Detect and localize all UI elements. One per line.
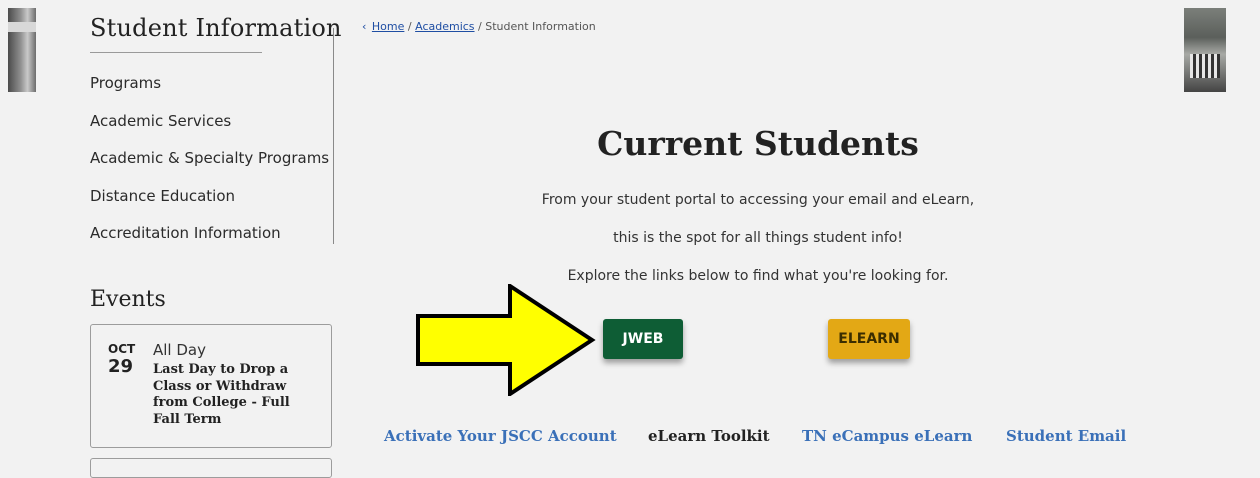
tn-ecampus-link[interactable]: TN eCampus eLearn [802,427,972,445]
activate-account-link[interactable]: Activate Your JSCC Account [384,427,617,445]
sidebar-item-academic-specialty-programs[interactable]: Academic & Specialty Programs [90,149,329,187]
arrow-right-icon [416,284,596,396]
breadcrumb-home-link[interactable]: Home [372,20,404,33]
student-email-link[interactable]: Student Email [1006,427,1126,445]
event-time: All Day [153,341,206,359]
event-day: 29 [108,356,134,377]
elearn-button[interactable]: ELEARN [828,319,910,359]
breadcrumb-separator: / [407,20,412,33]
breadcrumb: ‹ Home / Academics / Student Information [362,20,596,33]
header-photo-right [1184,8,1226,92]
sidebar-divider [333,28,334,244]
jweb-button[interactable]: JWEB [603,319,683,359]
breadcrumb-current: Student Information [485,20,596,33]
sidebar-item-accreditation-information[interactable]: Accreditation Information [90,224,329,262]
intro-line-2: this is the spot for all things student … [613,230,903,246]
intro-line-3: Explore the links below to find what you… [567,268,949,284]
chevron-left-icon: ‹ [362,20,367,33]
intro-line-1: From your student portal to accessing yo… [541,192,975,208]
page-title: Current Students [597,124,919,163]
elearn-toolkit-link[interactable]: eLearn Toolkit [648,427,770,445]
event-month: OCT [108,342,136,356]
breadcrumb-academics-link[interactable]: Academics [415,20,474,33]
events-title: Events [90,287,166,312]
sidebar-item-distance-education[interactable]: Distance Education [90,187,329,225]
header-photo-left [8,8,36,92]
sidebar-nav: Programs Academic Services Academic & Sp… [90,74,329,262]
sidebar-item-programs[interactable]: Programs [90,74,329,112]
sidebar-title: Student Information [90,14,342,42]
event-card[interactable]: OCT 29 All Day Last Day to Drop a Class … [90,324,332,448]
event-title[interactable]: Last Day to Drop a Class or Withdraw fro… [153,362,313,428]
sidebar-item-academic-services[interactable]: Academic Services [90,112,329,150]
event-card-next[interactable] [90,458,332,478]
breadcrumb-separator: / [478,20,482,33]
sidebar-title-underline [90,52,262,53]
